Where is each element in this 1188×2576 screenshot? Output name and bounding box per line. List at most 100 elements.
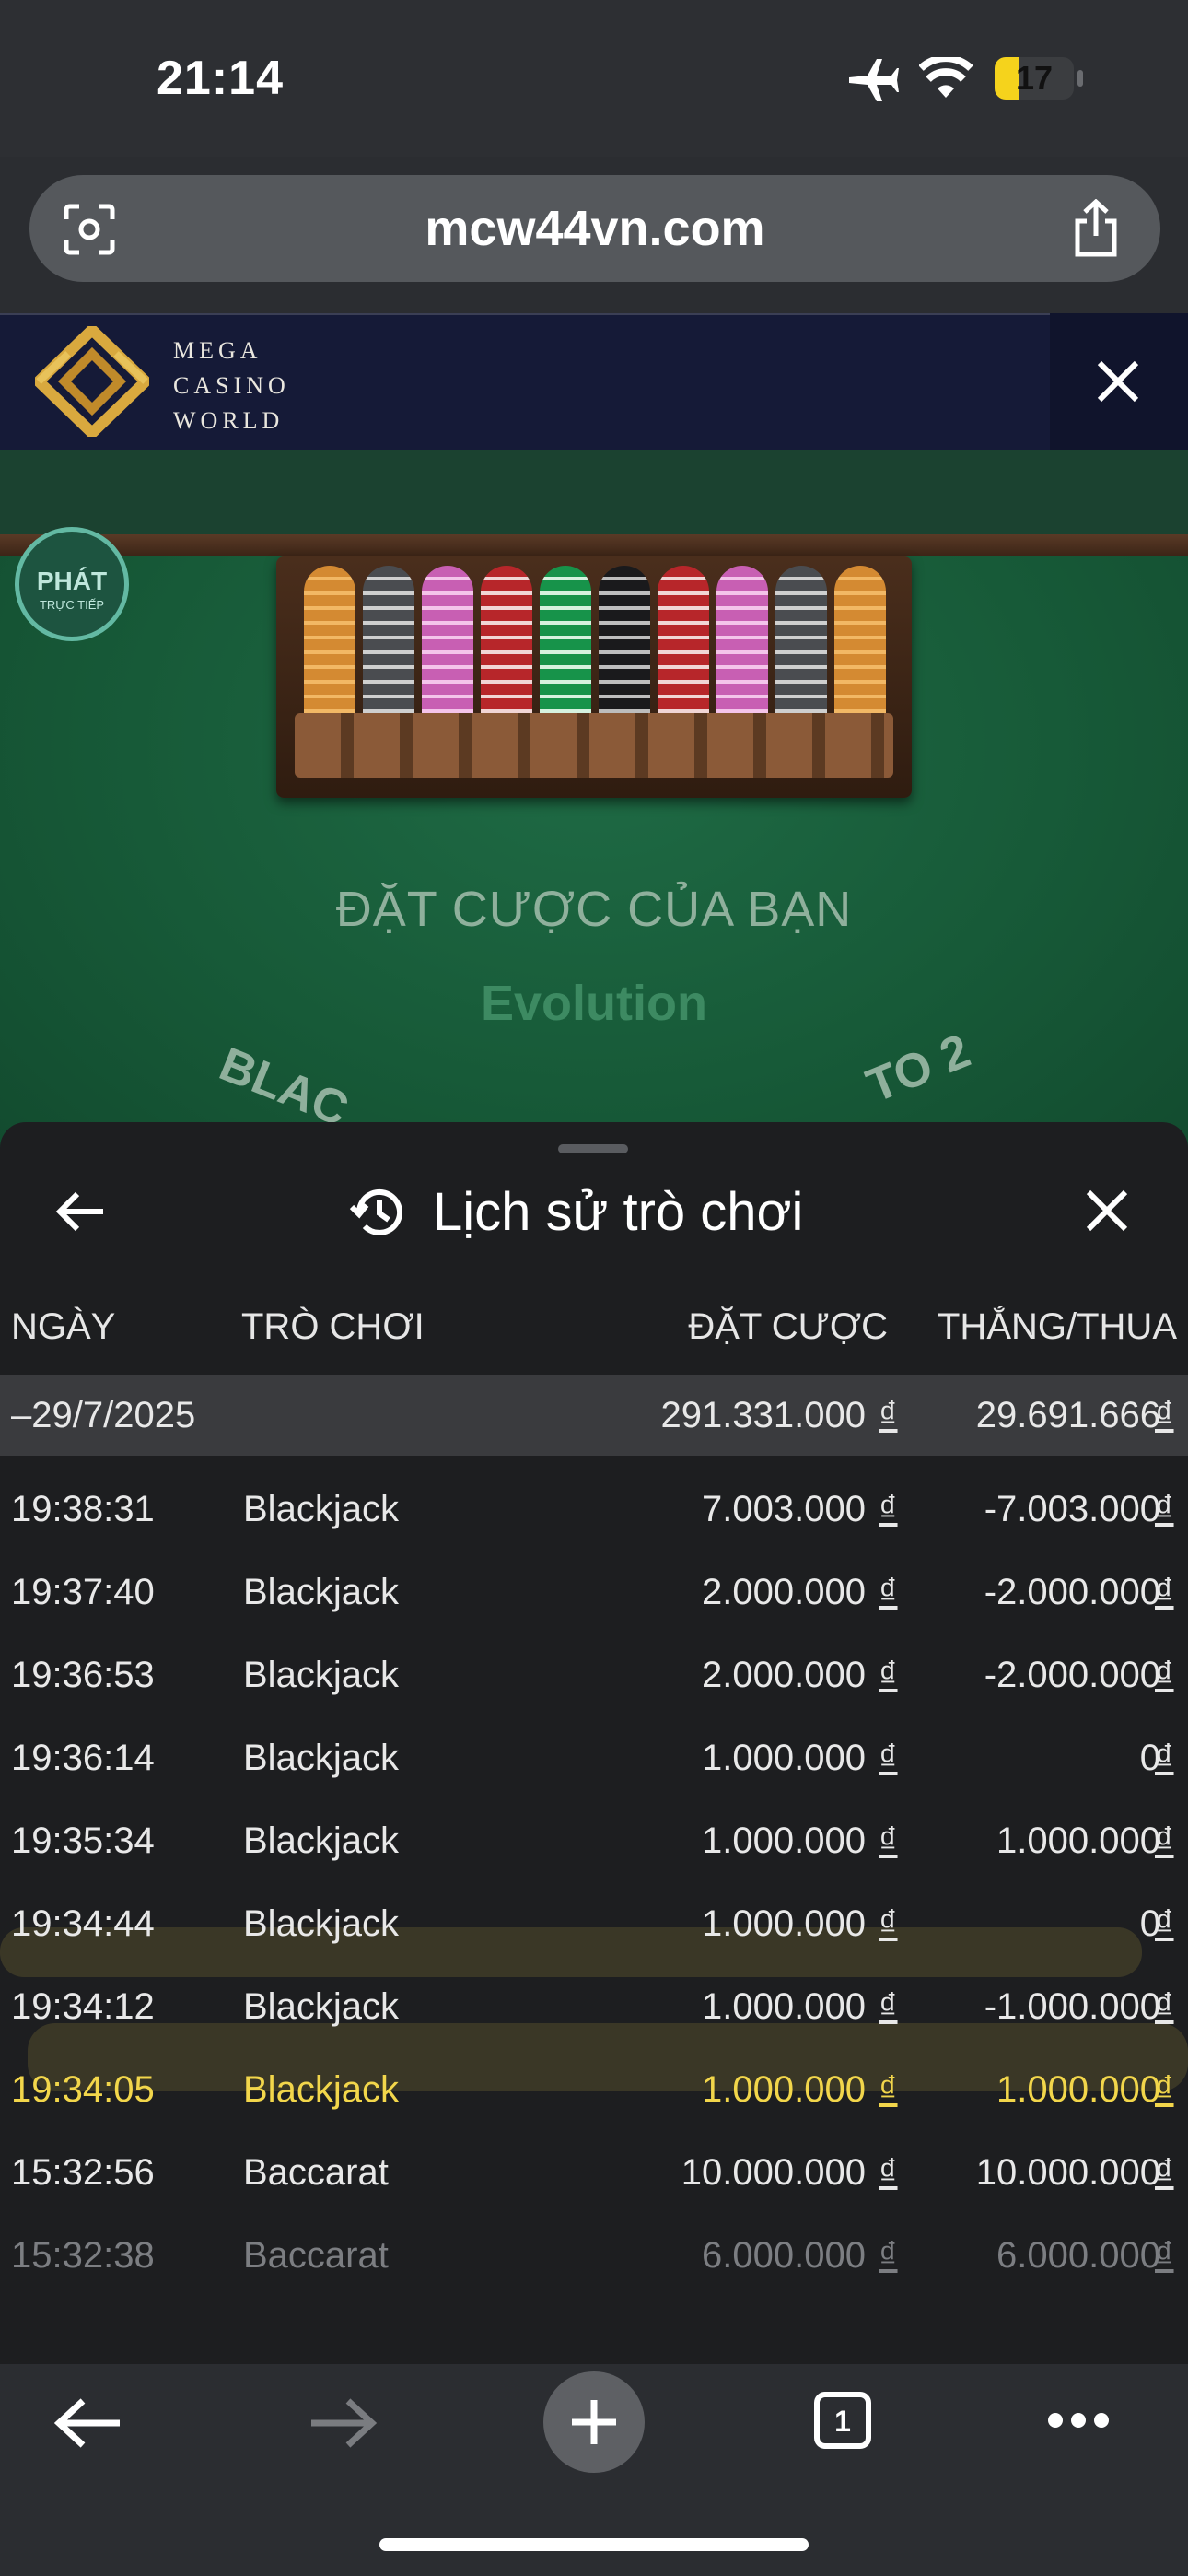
history-row[interactable]: 19:36:14 Blackjack 1.000.000 ₫ 0 ₫ bbox=[0, 1728, 1188, 1797]
status-time: 21:14 bbox=[157, 52, 284, 105]
row-time: 15:32:56 bbox=[11, 2152, 155, 2193]
row-winloss: 1.000.000 bbox=[996, 1821, 1160, 1861]
row-time: 19:34:12 bbox=[11, 1986, 155, 2027]
close-icon[interactable] bbox=[1096, 359, 1140, 404]
row-time: 19:34:44 bbox=[11, 1903, 155, 1944]
date-group-winloss: 29.691.666 bbox=[975, 1395, 1160, 1435]
row-game: Blackjack bbox=[243, 1489, 399, 1529]
browser-forward-icon[interactable] bbox=[308, 2395, 378, 2451]
bet-prompt: ĐẶT CƯỢC CỦA BẠN bbox=[335, 882, 853, 937]
row-time: 19:36:14 bbox=[11, 1738, 155, 1778]
row-game: Blackjack bbox=[243, 1903, 399, 1944]
battery-icon: 17 bbox=[995, 57, 1074, 100]
history-row[interactable]: 19:35:34 Blackjack 1.000.000 ₫ 1.000.000 ₫ bbox=[0, 1811, 1188, 1879]
column-header-winloss[interactable]: THẮNG/THUA bbox=[903, 1306, 1177, 1348]
history-title: Lịch sử trò chơi bbox=[433, 1182, 804, 1242]
history-row[interactable]: 19:38:31 Blackjack 7.003.000 ₫ -7.003.000 ₫ bbox=[0, 1480, 1188, 1548]
row-time: 19:35:34 bbox=[11, 1821, 155, 1861]
mcw-banner[interactable]: MEGA CASINO WORLD bbox=[0, 313, 1188, 451]
wifi-icon bbox=[919, 57, 973, 98]
live-badge[interactable]: PHÁT TRỰC TIẾP bbox=[15, 527, 129, 641]
date-group-date: –29/7/2025 bbox=[11, 1395, 196, 1435]
currency-symbol: ₫ bbox=[1155, 2235, 1174, 2276]
tabs-button[interactable]: 1 bbox=[814, 2392, 871, 2449]
row-bet: 6.000.000 bbox=[702, 2235, 866, 2276]
history-row[interactable]: 15:32:56 Baccarat 10.000.000 ₫ 10.000.000 ₫ bbox=[0, 2143, 1188, 2211]
back-arrow-icon[interactable] bbox=[55, 1190, 107, 1233]
currency-symbol: ₫ bbox=[1155, 1986, 1174, 2027]
row-time: 19:36:53 bbox=[11, 1655, 155, 1695]
row-winloss: -2.000.000 bbox=[984, 1572, 1160, 1612]
row-game: Blackjack bbox=[243, 1821, 399, 1861]
row-game: Blackjack bbox=[243, 2069, 399, 2110]
row-winloss: 6.000.000 bbox=[996, 2235, 1160, 2276]
row-time: 15:32:38 bbox=[11, 2235, 155, 2276]
row-winloss: 0 bbox=[1139, 1903, 1160, 1944]
evolution-logo: Evolution bbox=[481, 976, 707, 1031]
row-game: Blackjack bbox=[243, 1738, 399, 1778]
plus-icon[interactable] bbox=[568, 2396, 620, 2448]
row-game: Baccarat bbox=[243, 2152, 389, 2193]
row-winloss: -7.003.000 bbox=[984, 1489, 1160, 1529]
row-bet: 1.000.000 bbox=[702, 1821, 866, 1861]
history-row[interactable]: 19:34:12 Blackjack 1.000.000 ₫ -1.000.000 ₫ bbox=[0, 1977, 1188, 2045]
new-tab-button[interactable] bbox=[543, 2371, 645, 2473]
row-time: 19:37:40 bbox=[11, 1572, 155, 1612]
row-game: Baccarat bbox=[243, 2235, 389, 2276]
row-winloss: 10.000.000 bbox=[975, 2152, 1160, 2193]
row-bet: 1.000.000 bbox=[702, 1903, 866, 1944]
url-text[interactable]: mcw44vn.com bbox=[29, 175, 1160, 282]
browser-back-icon[interactable] bbox=[53, 2395, 123, 2451]
close-sheet-icon[interactable] bbox=[1085, 1188, 1129, 1233]
mcw-logo-icon bbox=[35, 326, 149, 437]
currency-symbol: ₫ bbox=[1155, 1572, 1174, 1612]
more-icon[interactable] bbox=[1046, 2410, 1111, 2430]
currency-symbol: ₫ bbox=[1155, 1395, 1174, 1435]
row-bet: 2.000.000 bbox=[702, 1655, 866, 1695]
history-row[interactable]: 19:34:05 Blackjack 1.000.000 ₫ 1.000.000 ₫ bbox=[0, 2060, 1188, 2128]
table-rail bbox=[0, 450, 1188, 542]
currency-symbol: ₫ bbox=[1155, 1903, 1174, 1944]
airplane-mode-icon bbox=[849, 59, 899, 101]
chip-tray bbox=[276, 556, 912, 798]
history-row[interactable]: 19:37:40 Blackjack 2.000.000 ₫ -2.000.000 ₫ bbox=[0, 1563, 1188, 1631]
date-group-bet: 291.331.000 bbox=[660, 1395, 866, 1435]
history-row[interactable]: 19:34:44 Blackjack 1.000.000 ₫ 0 ₫ bbox=[0, 1894, 1188, 1962]
row-bet: 2.000.000 bbox=[702, 1572, 866, 1612]
history-row[interactable]: 19:36:53 Blackjack 2.000.000 ₫ -2.000.000 ₫ bbox=[0, 1645, 1188, 1714]
row-bet: 1.000.000 bbox=[702, 1986, 866, 2027]
row-time: 19:38:31 bbox=[11, 1489, 155, 1529]
row-winloss: 0 bbox=[1139, 1738, 1160, 1778]
currency-symbol: ₫ bbox=[1155, 2069, 1174, 2110]
history-icon bbox=[350, 1188, 402, 1235]
sheet-drag-handle[interactable] bbox=[558, 1144, 628, 1153]
row-game: Blackjack bbox=[243, 1572, 399, 1612]
row-winloss: -2.000.000 bbox=[984, 1655, 1160, 1695]
row-winloss: 1.000.000 bbox=[996, 2069, 1160, 2110]
currency-symbol: ₫ bbox=[1155, 1489, 1174, 1529]
battery-level: 17 bbox=[1015, 59, 1054, 97]
brand-text: MEGA CASINO WORLD bbox=[173, 337, 290, 434]
column-header-bet[interactable]: ĐẶT CƯỢC bbox=[608, 1306, 888, 1348]
row-game: Blackjack bbox=[243, 1986, 399, 2027]
home-indicator bbox=[379, 2538, 809, 2551]
row-game: Blackjack bbox=[243, 1655, 399, 1695]
share-icon[interactable] bbox=[1070, 199, 1122, 258]
row-time: 19:34:05 bbox=[11, 2069, 155, 2110]
row-bet: 1.000.000 bbox=[702, 1738, 866, 1778]
date-group-row[interactable]: –29/7/2025 291.331.000 ₫ 29.691.666 ₫ bbox=[0, 1375, 1188, 1456]
currency-symbol: ₫ bbox=[1155, 1655, 1174, 1695]
row-bet: 1.000.000 bbox=[702, 2069, 866, 2110]
row-bet: 10.000.000 bbox=[681, 2152, 866, 2193]
row-winloss: -1.000.000 bbox=[984, 1986, 1160, 2027]
currency-symbol: ₫ bbox=[1155, 2152, 1174, 2193]
column-header-game[interactable]: TRÒ CHƠI bbox=[241, 1306, 425, 1348]
currency-symbol: ₫ bbox=[1155, 1821, 1174, 1861]
history-row[interactable]: 15:32:38 Baccarat 6.000.000 ₫ 6.000.000 ₫ bbox=[0, 2226, 1188, 2294]
address-bar[interactable]: mcw44vn.com bbox=[29, 175, 1160, 282]
tab-count: 1 bbox=[834, 2405, 851, 2438]
row-bet: 7.003.000 bbox=[702, 1489, 866, 1529]
currency-symbol: ₫ bbox=[1155, 1738, 1174, 1778]
column-header-date[interactable]: NGÀY bbox=[11, 1306, 115, 1348]
banner-close-button[interactable] bbox=[1050, 313, 1188, 450]
